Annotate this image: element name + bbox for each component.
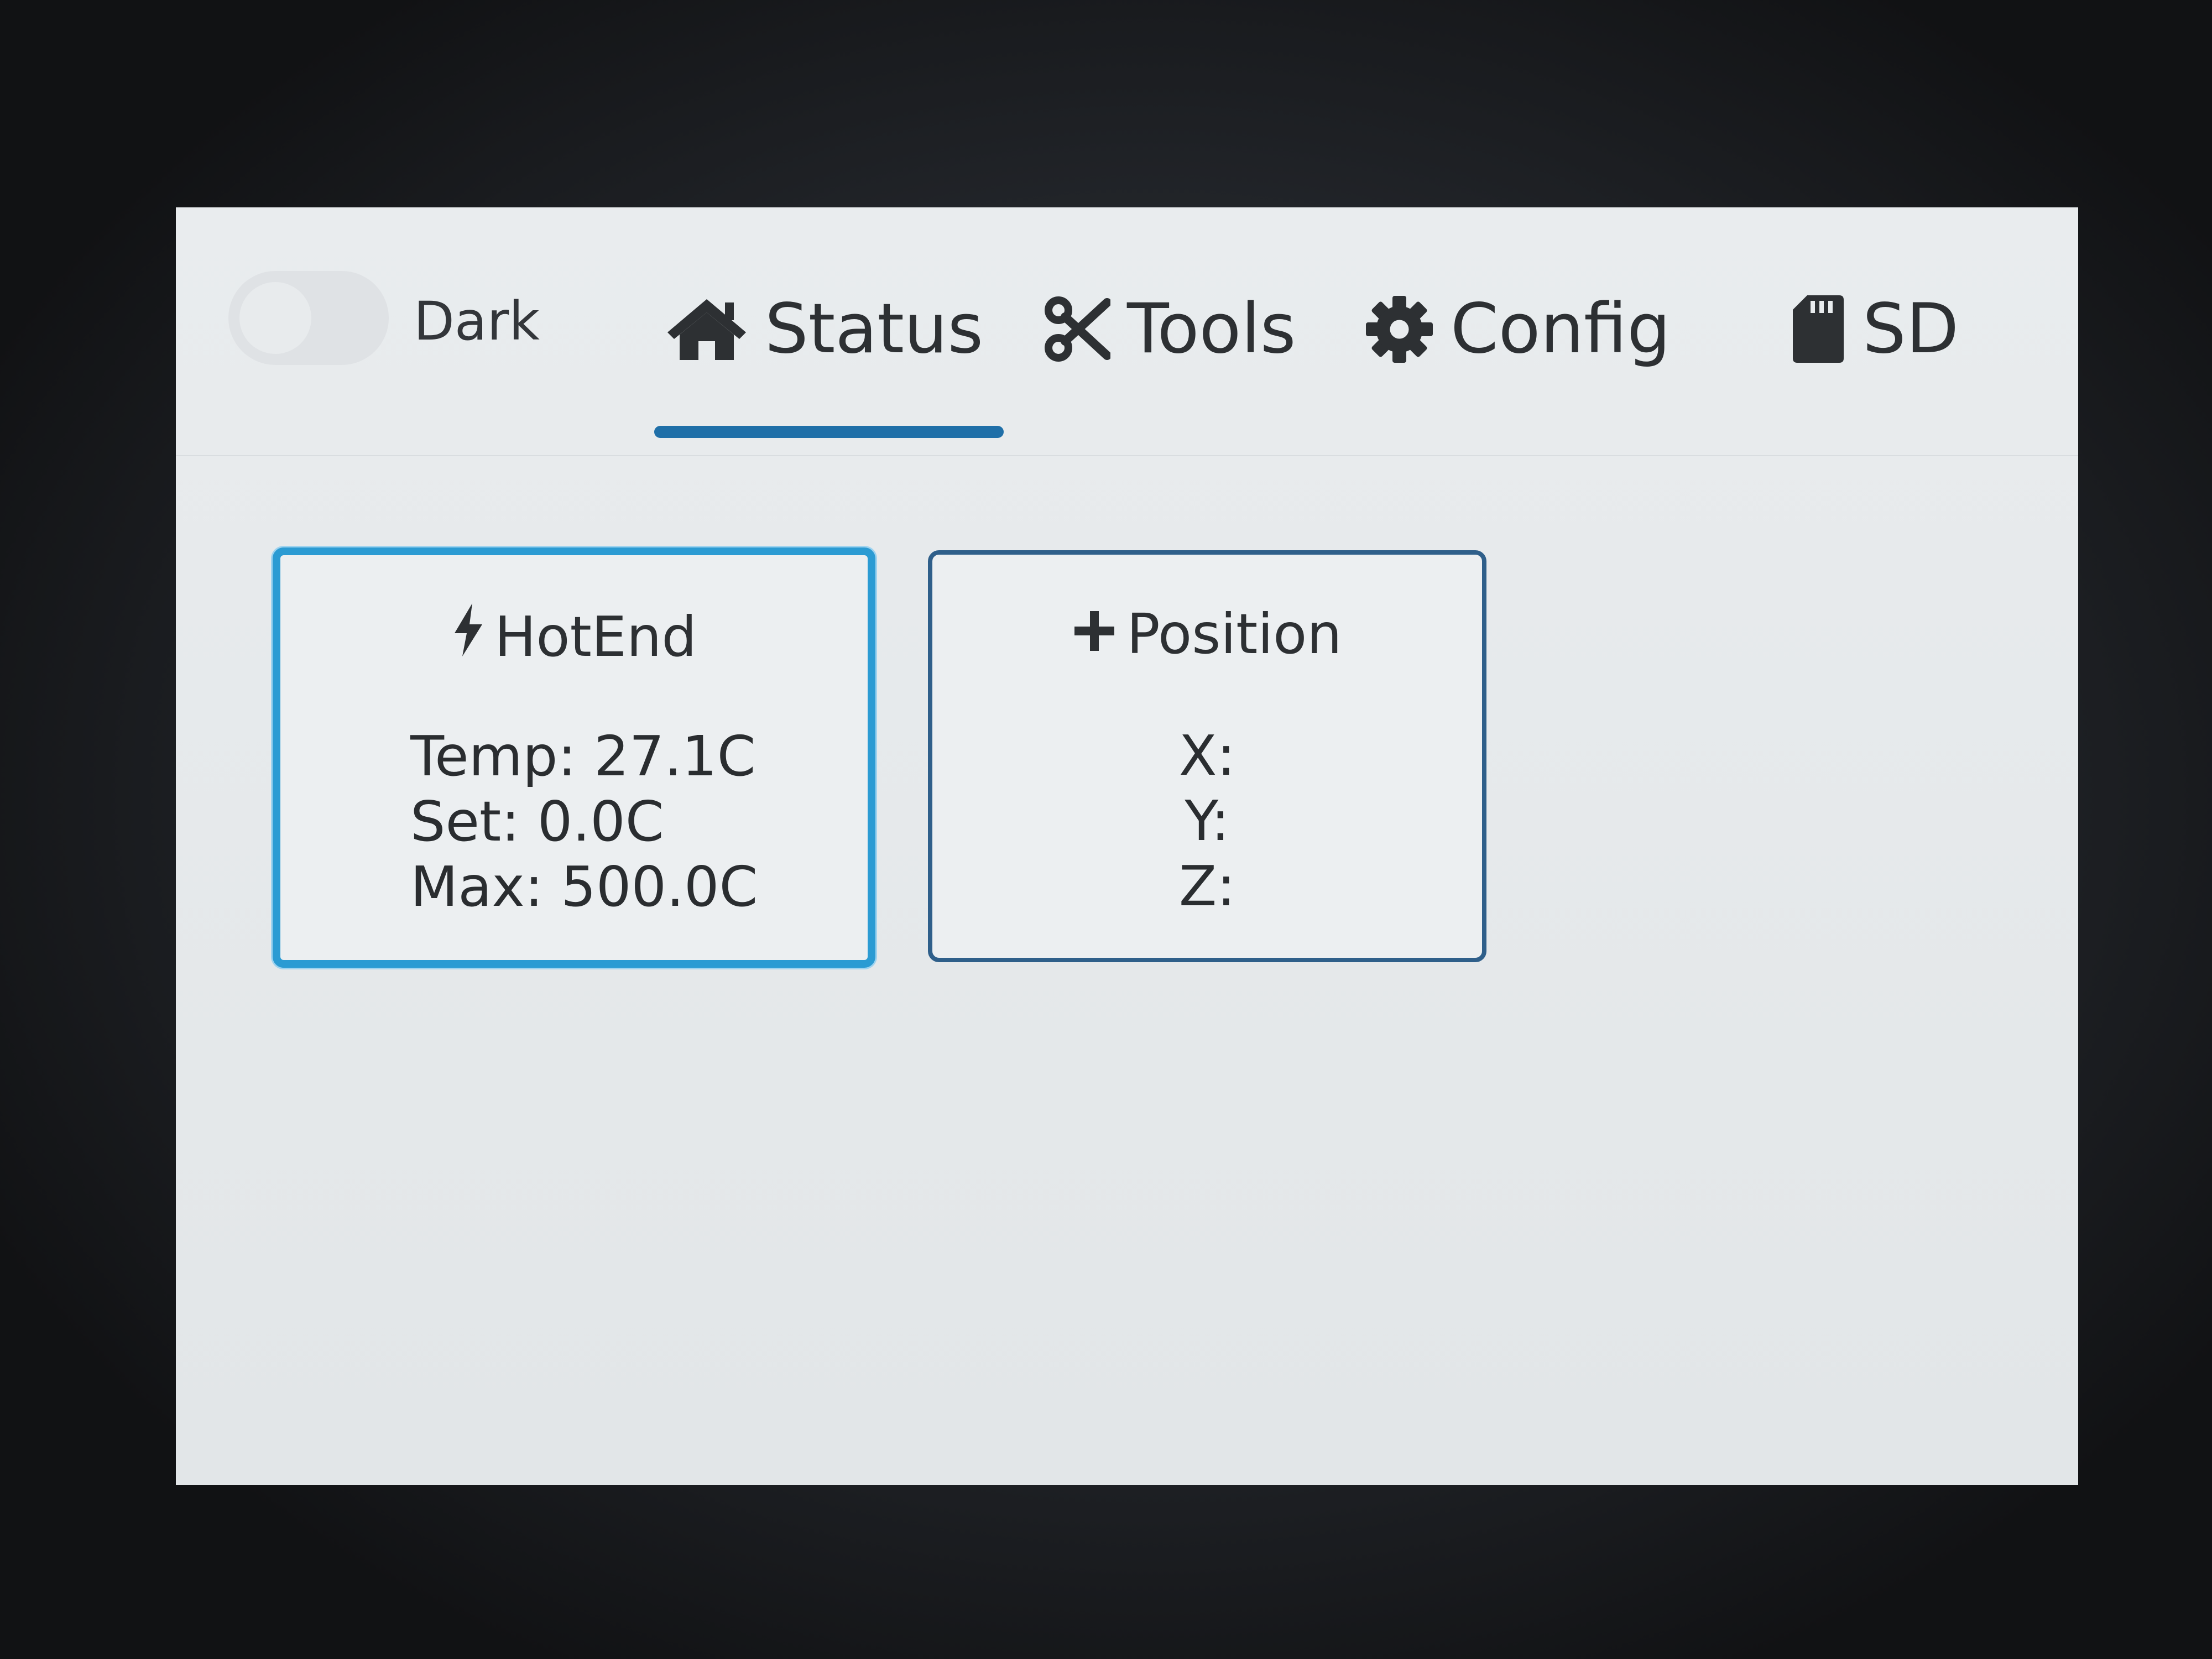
plus-icon [1072, 602, 1117, 666]
position-x: X: [1178, 723, 1236, 788]
position-title-text: Position [1126, 602, 1342, 666]
hotend-card-title: HotEnd [280, 602, 868, 671]
hotend-max: Max: 500.0C [410, 854, 758, 919]
toggle-knob [239, 282, 311, 354]
home-icon [665, 296, 748, 362]
header-divider [176, 455, 2078, 456]
dark-mode-label: Dark [414, 290, 540, 352]
tab-sd-label: SD [1863, 289, 1959, 369]
bolt-icon [451, 602, 484, 671]
gear-icon [1365, 295, 1434, 364]
tab-tools-label: Tools [1127, 289, 1296, 369]
tab-tools[interactable]: Tools [1044, 289, 1296, 369]
tab-status-label: Status [765, 289, 984, 369]
position-z: Z: [1178, 854, 1236, 919]
hotend-card[interactable]: HotEnd Temp: 27.1C Set: 0.0C Max: 500.0C [273, 547, 875, 968]
position-y: Y: [1185, 789, 1230, 853]
tab-status[interactable]: Status [665, 289, 984, 369]
position-card-title: Position [932, 602, 1482, 666]
tab-config[interactable]: Config [1365, 289, 1671, 369]
tab-sd[interactable]: SD [1791, 289, 1959, 369]
active-tab-indicator [654, 426, 1004, 438]
hotend-values: Temp: 27.1C Set: 0.0C Max: 500.0C [410, 724, 758, 920]
position-values: X: Y: Z: [932, 723, 1482, 919]
scissors-icon [1044, 296, 1110, 362]
top-nav: Dark Status Tools Config SD [176, 207, 2078, 456]
position-card[interactable]: Position X: Y: Z: [928, 550, 1486, 962]
hotend-temp: Temp: 27.1C [410, 724, 756, 789]
hotend-set: Set: 0.0C [410, 789, 664, 854]
screen: Dark Status Tools Config SD HotEnd Temp:… [176, 207, 2078, 1485]
hotend-title-text: HotEnd [494, 604, 697, 669]
dark-mode-toggle[interactable] [228, 271, 389, 365]
tab-config-label: Config [1451, 289, 1671, 369]
sd-card-icon [1791, 293, 1846, 365]
